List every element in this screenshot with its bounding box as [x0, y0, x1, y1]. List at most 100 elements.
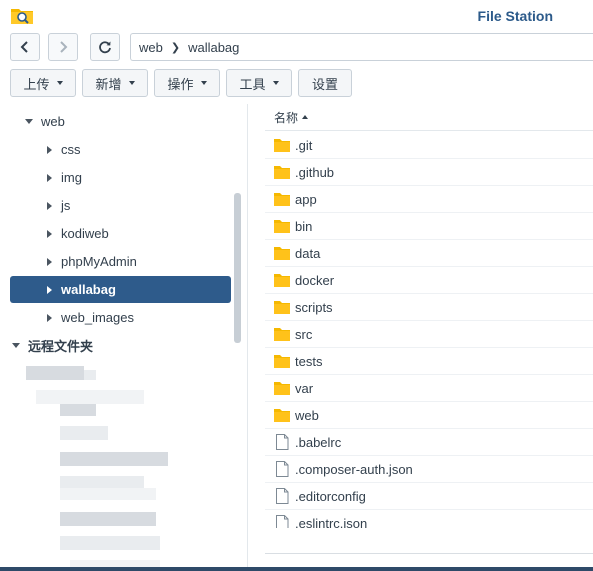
folder-tree: web css img js kodiweb phpMyAdmin wallab…	[0, 104, 248, 571]
folder-row[interactable]: .git	[265, 132, 593, 159]
chevron-right-icon	[60, 41, 68, 53]
folder-row[interactable]: app	[265, 186, 593, 213]
tree-item-phpmyadmin[interactable]: phpMyAdmin	[47, 248, 230, 275]
expand-right-icon[interactable]	[47, 285, 52, 294]
file-row[interactable]: .editorconfig	[265, 483, 593, 510]
file-name: scripts	[295, 299, 333, 315]
expand-down-icon[interactable]	[25, 119, 33, 124]
folder-icon	[274, 301, 290, 314]
back-button[interactable]	[10, 33, 40, 61]
expand-right-icon[interactable]	[47, 229, 52, 238]
folder-row[interactable]: src	[265, 321, 593, 348]
tree-item-label: kodiweb	[61, 226, 109, 241]
tree-section-remote-folders[interactable]: 远程文件夹	[12, 332, 230, 359]
file-icon	[276, 434, 289, 450]
file-name: .babelrc	[295, 434, 342, 450]
tree-item-label: js	[61, 198, 71, 213]
file-name: var	[295, 380, 314, 396]
upload-button[interactable]: 上传	[10, 69, 76, 97]
action-button[interactable]: 操作	[154, 69, 220, 97]
settings-label: 设置	[311, 76, 338, 92]
file-name: data	[295, 245, 321, 261]
create-label: 新增	[95, 76, 122, 92]
tree-section-label: 远程文件夹	[28, 339, 94, 354]
tree-item-label: wallabag	[61, 282, 116, 297]
file-name: tests	[295, 353, 323, 369]
file-row[interactable]: .babelrc	[265, 429, 593, 456]
tree-item-label: web	[41, 114, 65, 129]
refresh-button[interactable]	[90, 33, 120, 61]
column-name-label: 名称	[274, 110, 299, 125]
file-icon	[276, 488, 289, 504]
expand-right-icon[interactable]	[47, 201, 52, 210]
folder-row[interactable]: web	[265, 402, 593, 429]
file-name: app	[295, 191, 317, 207]
folder-row[interactable]: tests	[265, 348, 593, 375]
folder-icon	[274, 355, 290, 368]
tree-item-css[interactable]: css	[47, 136, 230, 163]
folder-icon	[274, 139, 290, 152]
folder-icon	[274, 247, 290, 260]
folder-icon	[274, 220, 290, 233]
file-icon	[276, 515, 289, 528]
caret-down-icon	[272, 81, 279, 85]
folder-icon	[274, 274, 290, 287]
folder-row[interactable]: scripts	[265, 294, 593, 321]
folder-search-icon	[11, 9, 33, 24]
tree-item-img[interactable]: img	[47, 164, 230, 191]
expand-right-icon[interactable]	[47, 173, 52, 182]
settings-button[interactable]: 设置	[298, 69, 352, 97]
file-name: .editorconfig	[295, 488, 366, 504]
file-name: web	[295, 407, 319, 423]
window-bottom-edge	[0, 567, 593, 571]
tools-label: 工具	[239, 76, 266, 92]
folder-icon	[274, 409, 290, 422]
status-bar-divider	[265, 553, 593, 554]
tree-item-wallabag[interactable]: wallabag	[10, 276, 231, 303]
sidebar-scrollbar[interactable]	[234, 193, 241, 343]
app-title: File Station	[477, 8, 553, 24]
upload-label: 上传	[23, 76, 50, 92]
folder-row[interactable]: data	[265, 240, 593, 267]
tree-item-web-images[interactable]: web_images	[47, 304, 230, 331]
tree-item-web[interactable]: web	[25, 108, 230, 135]
path-segment-web[interactable]: web	[139, 40, 163, 55]
action-label: 操作	[167, 76, 194, 92]
sort-ascending-icon	[302, 115, 309, 119]
folder-icon	[274, 328, 290, 341]
path-segment-wallabag[interactable]: wallabag	[188, 40, 239, 55]
folder-icon	[274, 382, 290, 395]
file-row[interactable]: .composer-auth.json	[265, 456, 593, 483]
create-button[interactable]: 新增	[82, 69, 148, 97]
caret-down-icon	[128, 81, 135, 85]
file-name: .composer-auth.json	[295, 461, 413, 477]
caret-down-icon	[200, 81, 207, 85]
tree-item-label: css	[61, 142, 81, 157]
tree-item-label: web_images	[61, 310, 134, 325]
folder-row[interactable]: .github	[265, 159, 593, 186]
folder-row[interactable]: var	[265, 375, 593, 402]
expand-down-icon[interactable]	[12, 343, 20, 348]
expand-right-icon[interactable]	[47, 313, 52, 322]
tree-item-label: img	[61, 170, 82, 185]
tree-item-js[interactable]: js	[47, 192, 230, 219]
tree-item-kodiweb[interactable]: kodiweb	[47, 220, 230, 247]
pane-divider	[247, 104, 248, 571]
title-bar: File Station	[0, 0, 593, 30]
file-name: docker	[295, 272, 335, 288]
file-row[interactable]: .eslintrc.json	[265, 510, 593, 528]
file-icon	[276, 461, 289, 477]
folder-row[interactable]: bin	[265, 213, 593, 240]
tools-button[interactable]: 工具	[226, 69, 292, 97]
column-header-name[interactable]: 名称	[265, 104, 593, 131]
forward-button[interactable]	[48, 33, 78, 61]
file-list: 名称 .git .github app bin data docker scripts src…	[265, 104, 593, 528]
folder-row[interactable]: docker	[265, 267, 593, 294]
refresh-icon	[99, 41, 111, 54]
expand-right-icon[interactable]	[47, 145, 52, 154]
tree-item-label: phpMyAdmin	[61, 254, 137, 269]
file-name: src	[295, 326, 313, 342]
path-bar[interactable]: web ❯ wallabag	[130, 33, 593, 61]
expand-right-icon[interactable]	[47, 257, 52, 266]
path-separator-icon: ❯	[170, 41, 181, 54]
